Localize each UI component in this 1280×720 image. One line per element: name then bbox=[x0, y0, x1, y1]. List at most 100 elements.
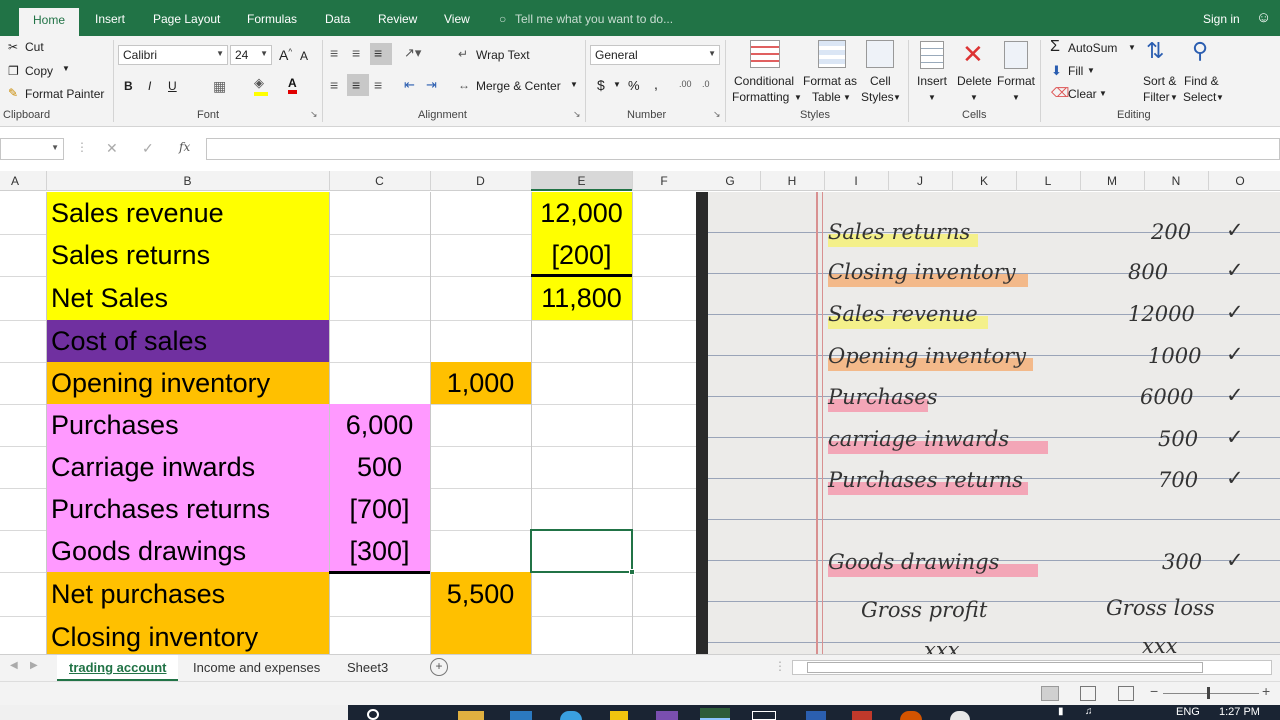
copy-button[interactable]: Copy bbox=[25, 64, 53, 78]
cell-a[interactable] bbox=[0, 192, 46, 234]
column-header-m[interactable]: M bbox=[1080, 174, 1144, 188]
add-sheet-icon[interactable]: + bbox=[430, 658, 448, 676]
column-header-i[interactable]: I bbox=[824, 174, 888, 188]
excel-taskbar-icon[interactable] bbox=[700, 708, 730, 720]
cell-c[interactable] bbox=[329, 276, 430, 320]
clear-button[interactable]: Clear bbox=[1068, 87, 1097, 101]
powerpoint-icon[interactable] bbox=[900, 711, 922, 720]
column-header-g[interactable]: G bbox=[700, 174, 760, 188]
cell-f[interactable] bbox=[632, 192, 696, 234]
cell-c[interactable] bbox=[329, 572, 430, 616]
tab-data[interactable]: Data bbox=[325, 12, 350, 26]
cell-c[interactable]: [700] bbox=[329, 488, 430, 530]
cell-label[interactable]: Purchases returns bbox=[46, 488, 329, 530]
selected-cell-outline[interactable] bbox=[530, 529, 633, 573]
column-header-h[interactable]: H bbox=[760, 174, 824, 188]
insert-function-button[interactable]: fx bbox=[179, 140, 190, 154]
cell-e[interactable]: [200] bbox=[531, 234, 632, 276]
column-header-o[interactable]: O bbox=[1208, 174, 1272, 188]
cell-c[interactable] bbox=[329, 192, 430, 234]
enter-icon[interactable]: ✓ bbox=[142, 140, 154, 157]
autosum-button[interactable]: AutoSum bbox=[1068, 41, 1117, 55]
cell-styles-label-1[interactable]: Cell bbox=[870, 74, 891, 88]
shrink-font-icon[interactable]: A bbox=[300, 49, 308, 63]
clock[interactable]: 1:27 PM bbox=[1219, 706, 1260, 718]
zoom-in-icon[interactable]: + bbox=[1262, 683, 1270, 699]
grow-font-icon[interactable]: A^ bbox=[279, 47, 292, 63]
cell-d[interactable] bbox=[430, 234, 531, 276]
cell-a[interactable] bbox=[0, 616, 46, 654]
conditional-formatting-label-1[interactable]: Conditional bbox=[734, 74, 794, 88]
notes-app-icon[interactable] bbox=[610, 711, 628, 720]
cell-d[interactable] bbox=[430, 404, 531, 446]
pdf-icon[interactable] bbox=[852, 711, 872, 720]
chevron-down-icon[interactable]: ▼ bbox=[1128, 43, 1136, 52]
chevron-down-icon[interactable]: ▼ bbox=[570, 80, 578, 89]
percent-button[interactable]: % bbox=[628, 78, 640, 93]
cell-label[interactable]: Closing inventory bbox=[46, 616, 329, 654]
cell-e[interactable] bbox=[531, 404, 632, 446]
cut-button[interactable]: Cut bbox=[25, 40, 44, 54]
sort-filter-label-2[interactable]: Filter bbox=[1143, 90, 1170, 104]
fill-handle[interactable] bbox=[629, 569, 635, 575]
cell-d[interactable] bbox=[430, 616, 531, 654]
spreadsheet-grid[interactable]: Sales revenue 12,000 Sales returns [200] Net… bbox=[0, 192, 696, 654]
cell-d[interactable]: 1,000 bbox=[430, 362, 531, 404]
tab-view[interactable]: View bbox=[444, 12, 470, 26]
cell-f[interactable] bbox=[632, 234, 696, 276]
column-header-d[interactable]: D bbox=[430, 174, 531, 188]
insert-cells-button[interactable]: Insert bbox=[917, 74, 947, 88]
cell-f[interactable] bbox=[632, 446, 696, 488]
store-icon[interactable] bbox=[510, 711, 532, 720]
cortana-icon[interactable] bbox=[367, 709, 379, 720]
cell-label[interactable]: Net Sales bbox=[46, 276, 329, 320]
page-break-view-icon[interactable] bbox=[1118, 686, 1134, 701]
dialog-launcher-icon[interactable]: ↘ bbox=[573, 109, 581, 120]
onenote-icon[interactable] bbox=[656, 711, 678, 720]
conditional-formatting-label-2[interactable]: Formatting bbox=[732, 90, 789, 104]
cell-f[interactable] bbox=[632, 362, 696, 404]
cell-a[interactable] bbox=[0, 530, 46, 572]
cell-e[interactable] bbox=[531, 488, 632, 530]
taskbar-search-box[interactable] bbox=[0, 705, 348, 720]
fill-color-swatch[interactable] bbox=[254, 92, 268, 96]
normal-view-icon[interactable] bbox=[1041, 686, 1059, 701]
cancel-icon[interactable]: ✕ bbox=[106, 140, 118, 157]
tab-review[interactable]: Review bbox=[378, 12, 417, 26]
cell-c[interactable] bbox=[329, 320, 430, 362]
sheet-tab-trading-account[interactable]: trading account bbox=[57, 655, 178, 681]
cell-label[interactable]: Sales returns bbox=[46, 234, 329, 276]
scroll-left-icon[interactable]: ◀ bbox=[10, 660, 18, 671]
merge-center-button[interactable]: Merge & Center bbox=[476, 79, 561, 93]
cell-d[interactable] bbox=[430, 530, 531, 572]
format-as-table-label-1[interactable]: Format as bbox=[803, 74, 857, 88]
horizontal-scrollbar[interactable] bbox=[792, 660, 1272, 675]
cell-f[interactable] bbox=[632, 320, 696, 362]
drag-handle-icon[interactable]: ⋮ bbox=[76, 140, 88, 154]
cell-label[interactable]: Carriage inwards bbox=[46, 446, 329, 488]
language-indicator[interactable]: ENG bbox=[1176, 706, 1200, 718]
number-format-select[interactable]: General ▼ bbox=[590, 45, 720, 65]
tell-me-box[interactable]: Tell me what you want to do... bbox=[515, 12, 673, 26]
orientation-icon[interactable]: ↗▾ bbox=[404, 45, 421, 61]
cell-e[interactable] bbox=[531, 362, 632, 404]
cell-label[interactable]: Goods drawings bbox=[46, 530, 329, 572]
name-box[interactable]: ▼ bbox=[0, 138, 64, 160]
cell-f[interactable] bbox=[632, 276, 696, 320]
chevron-down-icon[interactable]: ▼ bbox=[62, 64, 70, 73]
zoom-slider[interactable] bbox=[1163, 693, 1259, 694]
format-as-table-label-2[interactable]: Table bbox=[812, 90, 841, 104]
format-cells-button[interactable]: Format bbox=[997, 74, 1035, 88]
column-header-n[interactable]: N bbox=[1144, 174, 1208, 188]
cell-label[interactable]: Sales revenue bbox=[46, 192, 329, 234]
sheet-tab-sheet3[interactable]: Sheet3 bbox=[347, 660, 388, 675]
sign-in-link[interactable]: Sign in bbox=[1203, 12, 1240, 26]
cell-a[interactable] bbox=[0, 446, 46, 488]
cell-f[interactable] bbox=[632, 404, 696, 446]
volume-icon[interactable]: ♫ bbox=[1085, 706, 1093, 717]
column-header-f[interactable]: F bbox=[632, 174, 696, 188]
italic-button[interactable]: I bbox=[148, 79, 151, 93]
column-header-l[interactable]: L bbox=[1016, 174, 1080, 188]
font-color-icon[interactable]: A bbox=[288, 76, 297, 94]
borders-icon[interactable]: ▦ bbox=[213, 78, 226, 95]
